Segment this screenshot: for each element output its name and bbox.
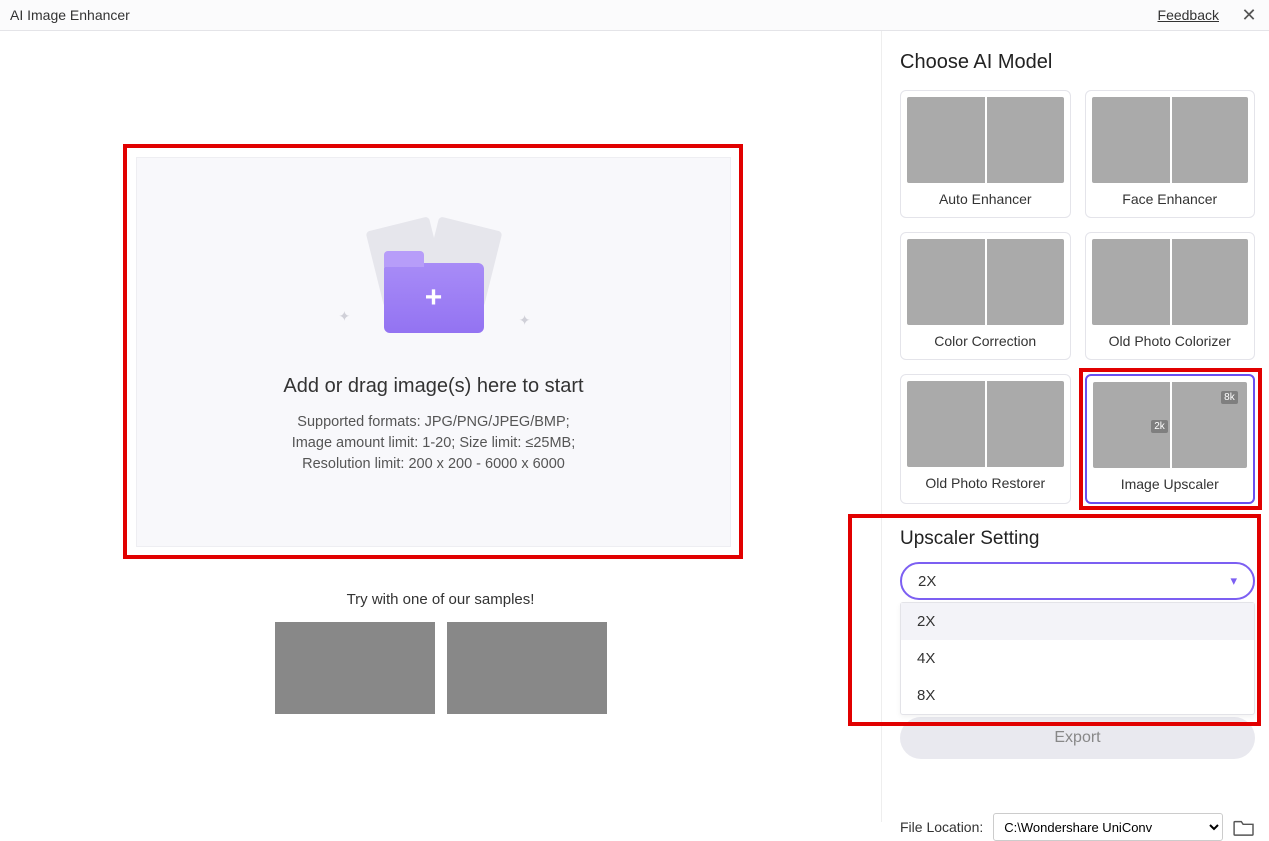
tag-2k: 2k [1151,420,1168,433]
titlebar: AI Image Enhancer Feedback ✕ [0,0,1269,31]
model-image-upscaler[interactable]: 2k 8k Image Upscaler [1085,374,1256,504]
model-thumb-auto [907,97,1064,183]
upscaler-select-value: 2X [918,573,936,590]
dropzone-formats: Supported formats: JPG/PNG/JPEG/BMP; [283,412,583,433]
upscaler-option-8x[interactable]: 8X [901,677,1254,714]
chevron-down-icon: ▾ [1230,573,1237,589]
choose-model-heading: Choose AI Model [900,51,1255,74]
export-button[interactable]: Export [900,717,1255,759]
sample-thumb-1[interactable] [275,622,435,714]
model-label: Color Correction [907,333,1064,349]
dropzone-heading: Add or drag image(s) here to start [283,375,583,398]
model-thumb-oldcolor [1092,239,1249,325]
model-thumb-color [907,239,1064,325]
samples-label: Try with one of our samples! [0,591,881,608]
model-auto-enhancer[interactable]: Auto Enhancer [900,90,1071,218]
model-face-enhancer[interactable]: Face Enhancer [1085,90,1256,218]
model-color-correction[interactable]: Color Correction [900,232,1071,360]
upscaler-options: 2X 4X 8X [900,602,1255,715]
dropzone-limits: Image amount limit: 1-20; Size limit: ≤2… [283,433,583,454]
model-label: Face Enhancer [1092,191,1249,207]
dropzone-resolution: Resolution limit: 200 x 200 - 6000 x 600… [283,454,583,475]
sample-thumb-2[interactable] [447,622,607,714]
file-location-row: File Location: C:\Wondershare UniConv [900,813,1255,841]
model-label: Auto Enhancer [907,191,1064,207]
upscaler-option-4x[interactable]: 4X [901,640,1254,677]
upscaler-setting-block: Upscaler Setting 2X ▾ 2X 4X 8X [900,528,1255,715]
close-icon[interactable]: ✕ [1239,5,1259,26]
left-panel: + ✦ ✦ Add or drag image(s) here to start… [0,31,881,822]
image-dropzone[interactable]: + ✦ ✦ Add or drag image(s) here to start… [136,157,731,547]
file-location-select[interactable]: C:\Wondershare UniConv [993,813,1223,841]
tag-8k: 8k [1221,391,1238,404]
model-label: Image Upscaler [1093,476,1248,492]
feedback-link[interactable]: Feedback [1158,7,1219,23]
upscaler-select[interactable]: 2X ▾ [900,562,1255,600]
model-grid: Auto Enhancer Face Enhancer Color Correc… [900,90,1255,504]
model-label: Old Photo Restorer [907,475,1064,491]
model-old-photo-colorizer[interactable]: Old Photo Colorizer [1085,232,1256,360]
samples-section: Try with one of our samples! [0,591,881,714]
folder-icon[interactable] [1233,818,1255,836]
upscaler-heading: Upscaler Setting [900,528,1255,550]
dropzone-illustration: + ✦ ✦ [349,223,519,333]
model-thumb-upscale: 2k 8k [1093,382,1248,468]
app-title: AI Image Enhancer [10,7,130,23]
model-old-photo-restorer[interactable]: Old Photo Restorer [900,374,1071,504]
add-folder-icon: + [384,263,484,333]
model-thumb-restore [907,381,1064,467]
upscaler-option-2x[interactable]: 2X [901,603,1254,640]
model-thumb-face [1092,97,1249,183]
file-location-label: File Location: [900,819,983,835]
model-label: Old Photo Colorizer [1092,333,1249,349]
right-panel: Choose AI Model Auto Enhancer Face Enhan… [881,31,1269,822]
